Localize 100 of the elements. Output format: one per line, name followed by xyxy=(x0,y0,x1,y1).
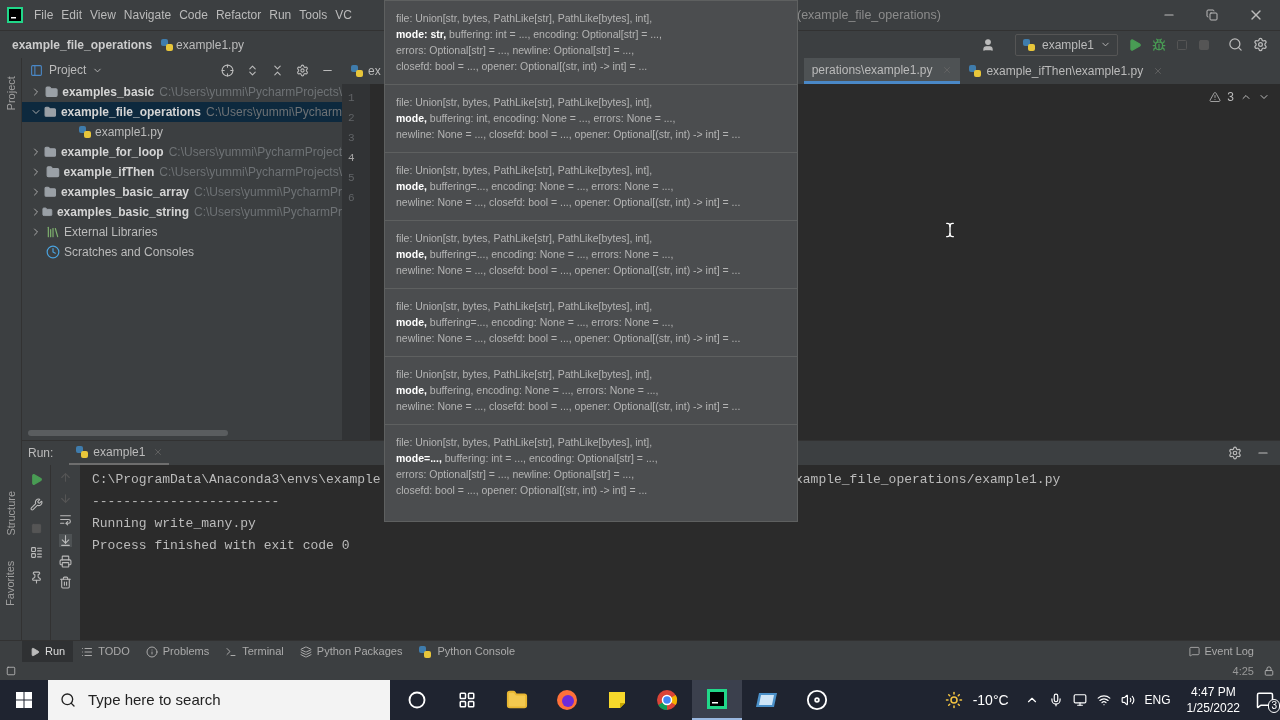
console-line: xample_file_operations/example1.py xyxy=(795,471,1061,490)
python-file-icon xyxy=(78,125,92,139)
panel-title[interactable]: Project xyxy=(49,61,87,79)
signature-item[interactable]: file: Union[str, bytes, PathLike[str], PathLike[bytes], int], mode, buffering, encoding: None = ..., errors: None = ..., newline: None = ..., closefd: bool = ..., opener: Optional[(str, int) -> int] = ... xyxy=(396,366,786,414)
tree-row[interactable]: example_file_operations C:\Users\yummi\Pycharm xyxy=(22,102,342,122)
signature-item[interactable]: file: Union[str, bytes, PathLike[str], PathLike[bytes], int], mode=..., buffering: int = ..., encoding: Optional[str] = ..., errors: Optional[str] = ..., newline: Optional[str] = ..., closefd: bool = ..., opener: Optional[(str, int) -> int] = ... xyxy=(396,434,786,498)
weather-icon[interactable] xyxy=(944,691,963,709)
folder-icon xyxy=(44,105,57,119)
menu-item[interactable]: Navigate xyxy=(119,6,176,24)
signature-item[interactable]: file: Union[str, bytes, PathLike[str], PathLike[bytes], int], mode: str, buffering: int = ..., encoding: Optional[str] = ..., errors: Optional[str] = ..., newline: Optional[str] = ..., closefd: bool = ..., opener: Optional[(str, int) -> int] = ... xyxy=(396,10,786,74)
tree-item-label: External Libraries xyxy=(64,224,158,241)
soft-wrap-icon[interactable] xyxy=(59,513,72,526)
caret-position[interactable]: 4:25 xyxy=(1232,662,1254,680)
debug-icon[interactable] xyxy=(1152,37,1166,52)
folder-icon xyxy=(44,145,57,159)
run-icon[interactable] xyxy=(1128,37,1142,52)
play-icon xyxy=(30,646,40,657)
chrome-icon xyxy=(656,689,678,711)
expand-all-icon[interactable] xyxy=(246,63,259,77)
notification-icon[interactable] xyxy=(1256,691,1274,709)
tree-row[interactable]: External Libraries xyxy=(22,222,342,242)
locate-icon[interactable] xyxy=(221,63,234,77)
taskbar-app[interactable] xyxy=(692,680,742,720)
settings-icon[interactable] xyxy=(1253,37,1268,52)
menu-item[interactable]: VC xyxy=(331,6,356,24)
language-indicator[interactable]: ENG xyxy=(1144,691,1171,709)
scrollbar[interactable] xyxy=(28,430,228,436)
tool-window-tab[interactable]: TODO xyxy=(73,640,138,663)
breadcrumb-item[interactable]: example_file_operations xyxy=(12,35,153,54)
tree-row[interactable]: example1.py xyxy=(22,122,342,142)
stripe-tab[interactable]: Structure xyxy=(2,490,20,536)
folder-icon xyxy=(506,689,528,711)
warning-icon[interactable] xyxy=(1209,91,1222,103)
restore-icon[interactable] xyxy=(1206,9,1218,21)
console-tab[interactable]: example1 xyxy=(69,441,170,465)
window-title: (example_file_operations) xyxy=(797,6,941,24)
scroll-to-end-icon[interactable] xyxy=(59,534,72,547)
stripe-tab[interactable]: Favorites xyxy=(2,560,20,606)
volume-icon[interactable] xyxy=(1120,693,1135,707)
signature-item[interactable]: file: Union[str, bytes, PathLike[str], PathLike[bytes], int], mode, buffering=..., encoding: None = ..., errors: None = ..., newline: None = ..., closefd: bool = ..., opener: Optional[(str, int) -> int] = ... xyxy=(396,298,786,346)
signature-item[interactable]: file: Union[str, bytes, PathLike[str], PathLike[bytes], int], mode, buffering: int, encoding: None = ..., errors: None = ..., newline: None = ..., closefd: bool = ..., opener: Optional[(str, int) -> int] = ... xyxy=(396,94,786,142)
tool-window-tab[interactable]: Terminal xyxy=(217,640,292,663)
tool-window-tab[interactable]: Python Console xyxy=(410,640,524,663)
warning-count: 3 xyxy=(1227,89,1234,106)
tool-window-tab[interactable]: Run xyxy=(22,640,74,663)
editor-tab[interactable]: example_ifThen\example1.py xyxy=(960,58,1172,84)
python-file-icon xyxy=(160,37,175,52)
mic-icon[interactable] xyxy=(1048,693,1063,707)
editor-tab[interactable]: ex xyxy=(342,58,389,84)
temperature[interactable]: -10°C xyxy=(972,689,1009,711)
settings-icon[interactable] xyxy=(296,63,309,77)
tool-window-tab[interactable]: Problems xyxy=(137,640,218,663)
wrench-icon[interactable] xyxy=(29,498,43,511)
tree-item-label: examples_basic_array xyxy=(60,184,189,201)
layout-icon[interactable] xyxy=(29,546,43,559)
pin-icon[interactable] xyxy=(29,571,43,584)
firefox-icon xyxy=(556,689,578,711)
sticky-note-icon xyxy=(607,690,627,710)
python-file-icon xyxy=(1021,37,1036,52)
menu-item[interactable]: Refactor xyxy=(211,6,266,24)
list-icon xyxy=(81,645,94,658)
app-icon xyxy=(755,691,779,709)
project-stripe-tab[interactable]: Project xyxy=(2,75,20,111)
clock[interactable]: 4:47 PM 1/25/2022 xyxy=(1180,684,1246,716)
menu-item[interactable]: Edit xyxy=(57,6,87,24)
python-file-icon xyxy=(968,64,983,78)
windows-logo-icon[interactable] xyxy=(16,692,32,708)
taskbar-search-field[interactable]: Type here to search xyxy=(48,680,390,720)
tree-item-label: Scratches and Consoles xyxy=(64,244,195,261)
breadcrumb-item[interactable]: example1.py xyxy=(176,35,245,54)
signature-item[interactable]: file: Union[str, bytes, PathLike[str], PathLike[bytes], int], mode, buffering=..., encoding: None = ..., errors: None = ..., newline: None = ..., closefd: bool = ..., opener: Optional[(str, int) -> int] = ... xyxy=(396,162,786,210)
wifi-icon[interactable] xyxy=(1096,693,1111,707)
layout-icon[interactable] xyxy=(6,666,16,676)
user-icon[interactable] xyxy=(980,37,995,52)
search-icon[interactable] xyxy=(1228,37,1243,52)
lock-icon[interactable] xyxy=(1264,666,1274,676)
editor-tab[interactable]: perations\example1.py xyxy=(803,58,961,84)
display-icon[interactable] xyxy=(1072,693,1087,707)
event-log-button[interactable]: Event Log xyxy=(1189,643,1258,660)
tree-row[interactable]: Scratches and Consoles xyxy=(22,242,342,262)
settings-icon[interactable] xyxy=(1228,446,1242,460)
console-line: Running write_many.py xyxy=(92,516,256,532)
print-icon[interactable] xyxy=(59,555,72,568)
rerun-icon[interactable] xyxy=(29,473,43,486)
signature-item[interactable]: file: Union[str, bytes, PathLike[str], PathLike[bytes], int], mode, buffering=..., encoding: None = ..., errors: None = ..., newline: None = ..., closefd: bool = ..., opener: Optional[(str, int) -> int] = ... xyxy=(396,230,786,278)
trash-icon[interactable] xyxy=(59,576,72,589)
menu-item[interactable]: Code xyxy=(175,6,212,24)
menu-item[interactable]: View xyxy=(86,6,120,24)
tool-window-tab[interactable]: Python Packages xyxy=(291,640,411,663)
menu-item[interactable]: File xyxy=(30,6,58,24)
cortana-icon xyxy=(408,691,426,709)
menu-item[interactable]: Tools xyxy=(295,6,332,24)
collapse-all-icon[interactable] xyxy=(271,63,284,77)
tree-item-label: example1.py xyxy=(95,124,164,141)
pycharm-icon xyxy=(706,688,728,710)
app-logo xyxy=(7,7,23,23)
menu-item[interactable]: Run xyxy=(265,6,296,24)
python-file-icon xyxy=(75,445,90,459)
run-config-select[interactable]: example1 xyxy=(1014,33,1118,56)
library-icon xyxy=(46,225,60,239)
